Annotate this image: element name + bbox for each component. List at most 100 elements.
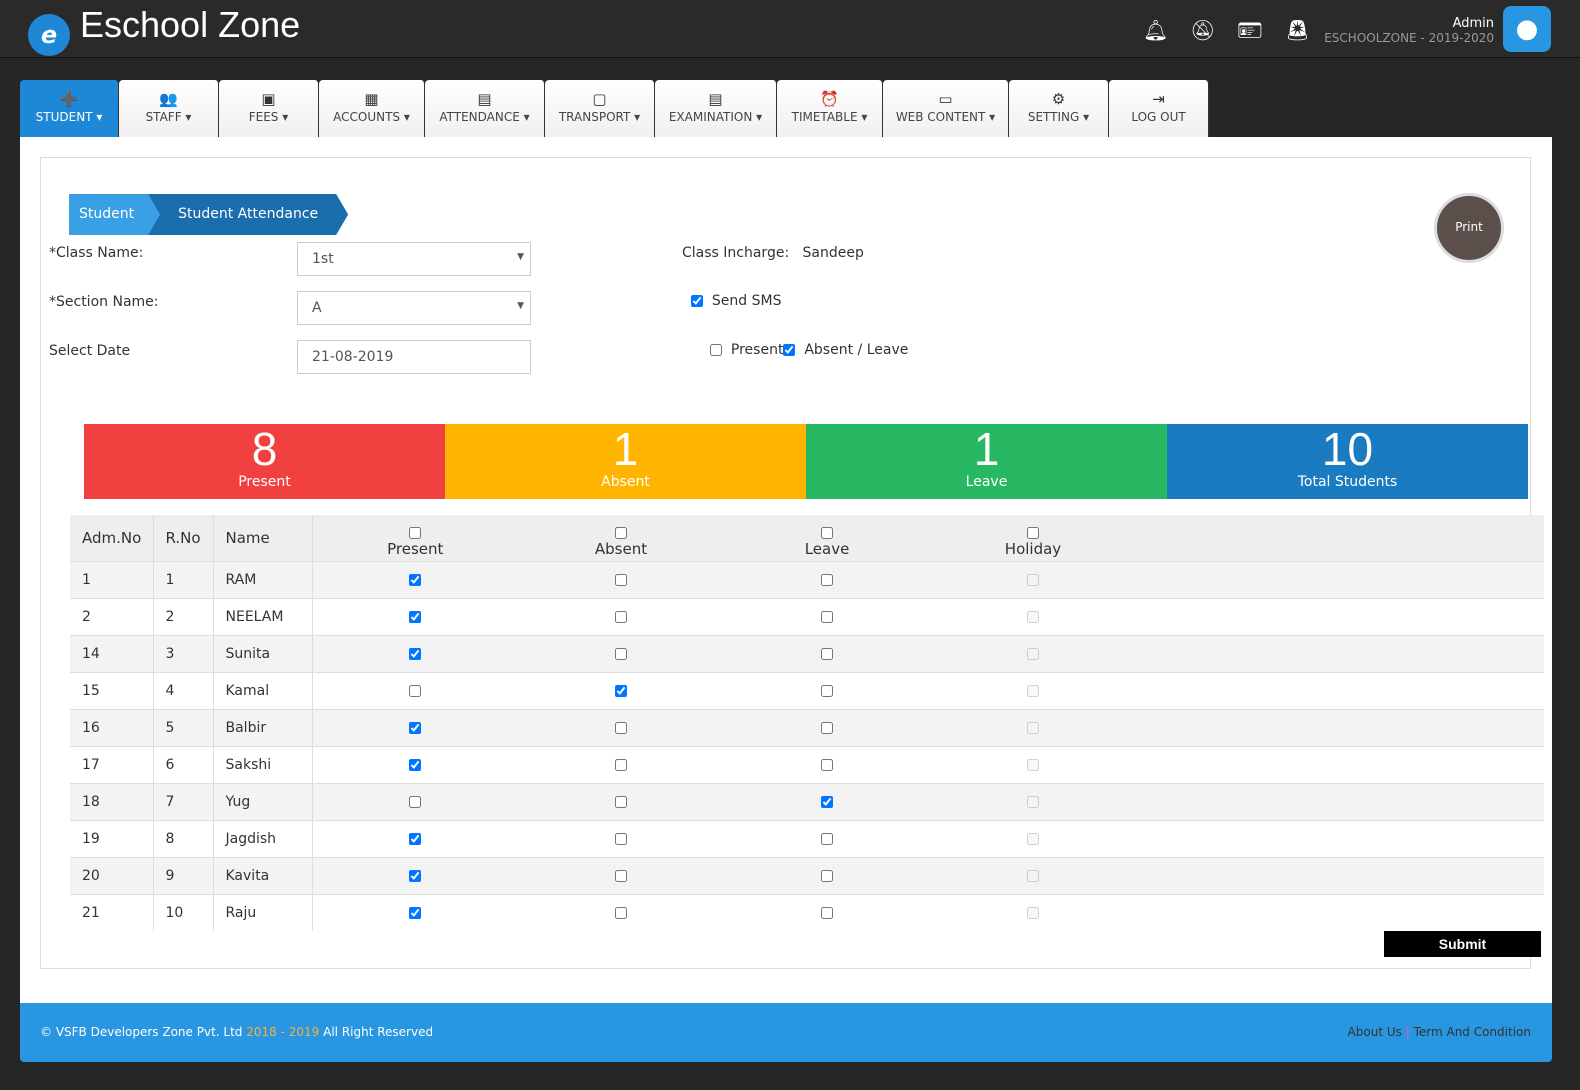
user-circle-icon[interactable]: ● [1503, 6, 1551, 52]
absent-leave-filter-checkbox[interactable] [783, 344, 796, 356]
present-cell [312, 819, 518, 857]
absent-checkbox[interactable] [615, 795, 627, 808]
adm-no: 17 [70, 745, 154, 783]
class-select[interactable]: 1st ▼ [297, 242, 531, 276]
leave-cell [724, 745, 930, 783]
table-row: 16 5 Balbir [70, 708, 1544, 746]
absent-checkbox[interactable] [615, 758, 627, 771]
date-input[interactable]: 21-08-2019 [297, 340, 531, 374]
absent-checkbox[interactable] [615, 721, 627, 734]
nav-tab-transport[interactable]: ▢ TRANSPORT ▾ [545, 80, 655, 137]
leave-checkbox[interactable] [821, 869, 833, 882]
date-value: 21-08-2019 [312, 349, 394, 365]
nav-icon: ▦ [364, 90, 379, 108]
present-checkbox[interactable] [409, 758, 422, 771]
bell-slash-icon[interactable]: 🔕︎ [1190, 18, 1215, 42]
print-button[interactable]: Print [1434, 193, 1504, 263]
stat-label: Absent [601, 474, 650, 490]
absent-checkbox[interactable] [615, 647, 627, 660]
terms-link[interactable]: Term And Condition [1414, 1025, 1531, 1039]
stat-label: Present [238, 474, 291, 490]
nav-tab-web-content[interactable]: ▭ WEB CONTENT ▾ [883, 80, 1009, 137]
caret-down-icon: ▼ [517, 252, 524, 262]
attendance-panel: Student Student Attendance Print *Class … [40, 157, 1544, 969]
leave-cell [724, 634, 930, 672]
leave-checkbox[interactable] [821, 610, 833, 623]
bell-icon[interactable]: 🔔︎ [1143, 18, 1168, 42]
main-nav: ➕ STUDENT ▾ 👥 STAFF ▾ ▣ FEES ▾ ▦ ACCOUNTS ▾ ▤ ATT… [20, 80, 1209, 137]
leave-checkbox[interactable] [821, 906, 833, 919]
present-checkbox[interactable] [409, 906, 422, 919]
roll-no: 3 [153, 634, 214, 672]
leave-cell [724, 597, 930, 635]
about-us-link[interactable]: About Us [1348, 1025, 1402, 1039]
alarm-icon[interactable]: 🚨︎ [1285, 18, 1310, 42]
leave-checkbox[interactable] [821, 647, 833, 660]
copyright-text: © VSFB Developers Zone Pvt. Ltd [40, 1025, 243, 1039]
nav-icon: ▢ [592, 90, 607, 108]
spacer-cell [1136, 856, 1544, 894]
student-name: Balbir [213, 708, 313, 746]
absent-checkbox[interactable] [615, 684, 627, 697]
absent-checkbox[interactable] [615, 832, 627, 845]
present-cell [312, 745, 518, 783]
absent-cell [518, 856, 724, 894]
nav-tab-log-out[interactable]: ⇥ LOG OUT [1109, 80, 1209, 137]
leave-checkbox[interactable] [821, 721, 833, 734]
leave-checkbox[interactable] [821, 758, 833, 771]
nav-tab-setting[interactable]: ⚙ SETTING ▾ [1009, 80, 1109, 137]
holiday-cell [930, 782, 1136, 820]
leave-checkbox[interactable] [821, 832, 833, 845]
nav-tab-attendance[interactable]: ▤ ATTENDANCE ▾ [425, 80, 545, 137]
present-cell [312, 856, 518, 894]
absent-checkbox[interactable] [615, 869, 627, 882]
select-all-checkbox[interactable] [1027, 527, 1039, 540]
send-sms-checkbox[interactable] [691, 295, 703, 307]
leave-checkbox[interactable] [821, 795, 833, 808]
id-card-icon[interactable]: 🪪︎ [1237, 18, 1262, 42]
present-cell [312, 634, 518, 672]
select-all-checkbox[interactable] [821, 527, 833, 540]
nav-tab-student[interactable]: ➕ STUDENT ▾ [20, 80, 119, 137]
absent-checkbox[interactable] [615, 906, 627, 919]
present-checkbox[interactable] [409, 832, 422, 845]
stat-total-students: 10 Total Students [1167, 424, 1528, 499]
incharge-label: Class Incharge: [682, 245, 790, 261]
leave-checkbox[interactable] [821, 573, 833, 586]
present-checkbox[interactable] [409, 610, 422, 623]
section-select[interactable]: A ▼ [297, 291, 531, 325]
nav-tab-timetable[interactable]: ⏰ TIMETABLE ▾ [777, 80, 883, 137]
nav-label: ATTENDANCE ▾ [439, 110, 530, 124]
leave-cell [724, 671, 930, 709]
present-filter-checkbox[interactable] [710, 344, 722, 356]
spacer-cell [1136, 597, 1544, 635]
present-checkbox[interactable] [409, 573, 422, 586]
absent-checkbox[interactable] [615, 610, 627, 623]
present-checkbox[interactable] [409, 647, 422, 660]
leave-checkbox[interactable] [821, 684, 833, 697]
breadcrumb-student[interactable]: Student [69, 194, 163, 235]
present-checkbox[interactable] [409, 869, 422, 882]
absent-checkbox[interactable] [615, 573, 627, 586]
select-all-checkbox[interactable] [615, 527, 627, 540]
present-checkbox[interactable] [409, 684, 422, 697]
spacer-cell [1136, 560, 1544, 598]
spacer-cell [1136, 782, 1544, 820]
present-checkbox[interactable] [409, 721, 422, 734]
adm-no: 15 [70, 671, 154, 709]
nav-tab-accounts[interactable]: ▦ ACCOUNTS ▾ [319, 80, 425, 137]
roll-no: 2 [153, 597, 214, 635]
select-all-checkbox[interactable] [409, 527, 422, 540]
nav-tab-examination[interactable]: ▤ EXAMINATION ▾ [655, 80, 777, 137]
user-info[interactable]: Admin ESCHOOLZONE - 2019-2020 [1324, 16, 1494, 45]
submit-button[interactable]: Submit [1384, 931, 1541, 957]
stat-present: 8 Present [84, 424, 445, 499]
holiday-checkbox [1027, 573, 1039, 586]
header-holiday: Holiday [930, 515, 1136, 561]
nav-tab-staff[interactable]: 👥 STAFF ▾ [119, 80, 219, 137]
table-row: 2 2 NEELAM [70, 597, 1544, 635]
nav-tab-fees[interactable]: ▣ FEES ▾ [219, 80, 319, 137]
present-checkbox[interactable] [409, 795, 422, 808]
stat-label: Total Students [1297, 474, 1398, 490]
adm-no: 1 [70, 560, 154, 598]
